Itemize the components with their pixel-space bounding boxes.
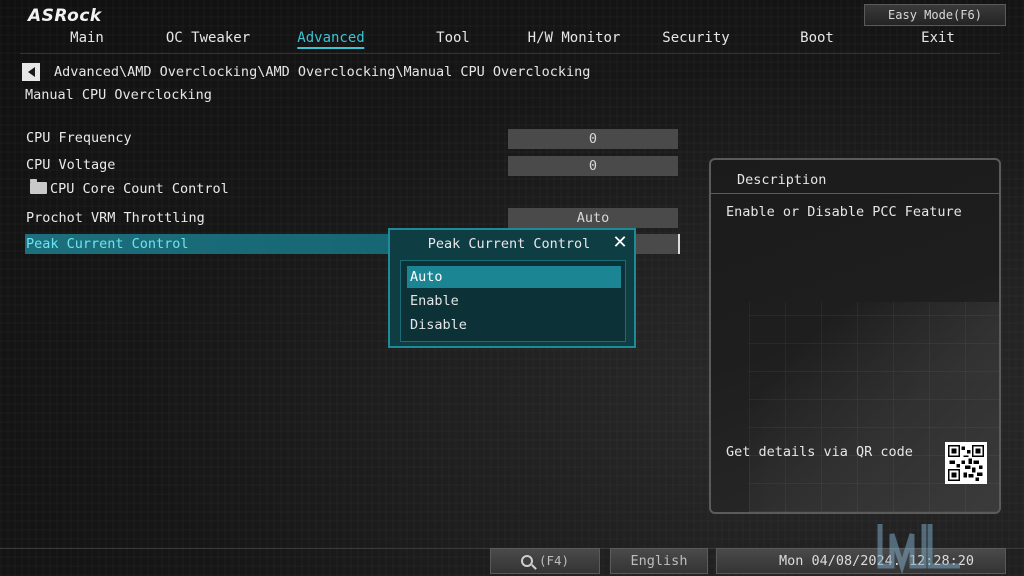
tab-tool[interactable]: Tool [436,30,470,46]
setting-cpu-voltage[interactable]: CPU Voltage [26,157,115,173]
tab-exit[interactable]: Exit [921,30,955,46]
cpu-core-count-label: CPU Core Count Control [50,181,229,197]
description-header: Description [711,168,999,194]
popup-option-list: Auto Enable Disable [400,260,626,342]
easy-mode-button[interactable]: Easy Mode(F6) [864,4,1006,26]
watermark-logo [877,524,960,575]
tab-main[interactable]: Main [70,30,104,46]
tab-oc-tweaker[interactable]: OC Tweaker [166,30,250,46]
peak-current-control-value[interactable] [636,234,680,254]
option-auto[interactable]: Auto [407,266,621,288]
description-text: Enable or Disable PCC Feature [726,204,962,220]
search-icon [520,555,533,567]
search-shortcut: (F4) [538,553,570,568]
language-button[interactable]: English [610,548,708,574]
cpu-voltage-value[interactable]: 0 [508,156,678,176]
popup-title: Peak Current Control [427,236,591,252]
cpu-frequency-value[interactable]: 0 [508,129,678,149]
setting-cpu-frequency[interactable]: CPU Frequency [26,130,132,146]
asrock-logo: ASRock [28,6,102,26]
qr-label: Get details via QR code [726,444,913,460]
tab-security[interactable]: Security [662,30,729,46]
page-title: Manual CPU Overclocking [25,87,212,103]
folder-icon [30,179,47,194]
tab-advanced[interactable]: Advanced [297,30,365,49]
close-icon[interactable]: ✕ [610,233,630,253]
description-panel: Description Enable or Disable PCC Featur… [709,158,1001,514]
setting-peak-current-control[interactable]: Peak Current Control [25,234,388,254]
option-enable[interactable]: Enable [407,290,621,312]
prochot-vrm-throttling-value[interactable]: Auto [508,208,678,228]
back-button[interactable] [22,63,40,81]
description-title: Description [737,172,827,188]
option-disable[interactable]: Disable [407,314,621,336]
top-menu: Main OC Tweaker Advanced Tool H/W Monito… [0,30,1024,54]
peak-current-control-label: Peak Current Control [26,236,189,252]
setting-cpu-core-count-control[interactable]: CPU Core Count Control [30,179,229,197]
tab-hw-monitor[interactable]: H/W Monitor [528,30,621,46]
tab-boot[interactable]: Boot [800,30,834,46]
back-arrow-icon [27,67,35,77]
search-button[interactable]: (F4) [490,548,600,574]
option-popup: Peak Current Control ✕ Auto Enable Disab… [388,228,636,348]
menu-divider [20,53,1000,54]
qr-code-icon [945,442,987,484]
setting-prochot-vrm-throttling[interactable]: Prochot VRM Throttling [26,210,205,226]
breadcrumb: Advanced\AMD Overclocking\AMD Overclocki… [54,64,591,80]
